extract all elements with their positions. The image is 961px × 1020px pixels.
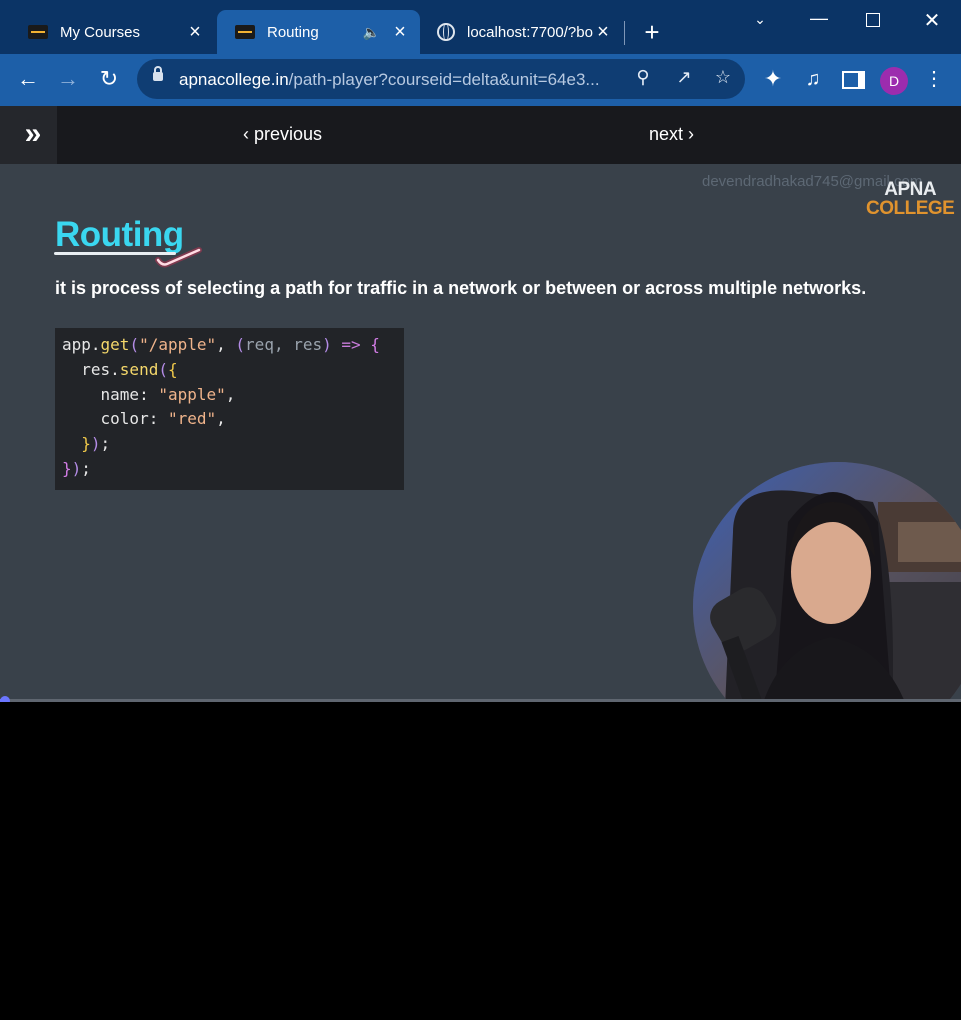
red-checkmark-icon <box>155 247 202 268</box>
key-icon[interactable]: ⚲ <box>631 67 655 88</box>
code-line: }); <box>62 458 91 478</box>
tab-localhost[interactable]: localhost:7700/?bo × <box>423 10 623 54</box>
close-icon[interactable]: × <box>185 21 205 44</box>
next-label: next <box>649 124 684 144</box>
previous-label: previous <box>254 124 323 144</box>
logo-line-2: COLLEGE <box>866 198 955 219</box>
video-frame[interactable]: devendradhakad745@gmail.com APNA COLLEGE… <box>0 164 961 699</box>
new-tab-plus-icon[interactable]: + <box>640 18 664 46</box>
reload-icon[interactable]: ↻ <box>95 66 123 92</box>
tab-separator <box>624 21 625 45</box>
kebab-menu-icon[interactable]: ⋮ <box>920 66 948 92</box>
tab-title: My Courses <box>60 23 141 41</box>
apna-college-favicon-icon <box>28 25 48 39</box>
close-icon[interactable]: × <box>593 21 613 44</box>
close-icon[interactable]: × <box>390 21 410 44</box>
tab-search-chevron-down-icon[interactable]: ⌄ <box>745 11 775 28</box>
url-domain: apnacollege.in <box>179 70 289 89</box>
tab-strip: My Courses × Routing 🔈 × localhost:7700/… <box>0 0 961 54</box>
code-line: name: "apple", <box>62 384 236 404</box>
player-navigation: » ‹ previous next › <box>0 106 961 164</box>
instructor-illustration <box>693 462 961 699</box>
code-line: color: "red", <box>62 409 226 429</box>
tab-title: localhost:7700/?bo <box>467 23 593 41</box>
extensions-puzzle-icon[interactable]: ✦ <box>759 66 787 92</box>
maximize-icon[interactable] <box>858 11 888 32</box>
apna-college-logo: APNA COLLEGE <box>866 179 955 219</box>
star-icon[interactable]: ☆ <box>711 67 735 88</box>
chevron-right-icon: › <box>683 124 695 144</box>
browser-toolbar: ← → ↻ apnacollege.in/path-player?coursei… <box>0 54 961 106</box>
avatar[interactable]: D <box>880 67 908 95</box>
chevron-left-icon: ‹ <box>243 124 254 144</box>
minimize-icon[interactable]: — <box>804 8 834 29</box>
address-bar[interactable]: apnacollege.in/path-player?courseid=delt… <box>137 59 745 99</box>
forward-arrow-icon[interactable]: → <box>54 66 82 92</box>
slide-description: it is process of selecting a path for tr… <box>55 278 867 298</box>
next-button[interactable]: next › <box>649 124 694 145</box>
code-line: res.send({ <box>62 359 178 379</box>
code-line: }); <box>81 434 111 454</box>
code-block: app.get("/apple", (req, res) => { res.se… <box>55 328 404 490</box>
code-line: app.get("/apple", (req, res) => { <box>62 335 380 354</box>
video-letterbox <box>0 702 961 1020</box>
side-panel-icon[interactable] <box>839 66 867 95</box>
share-icon[interactable]: ↗ <box>672 67 696 88</box>
apna-college-favicon-icon <box>235 25 255 39</box>
tab-title: Routing <box>267 23 319 41</box>
globe-icon <box>437 23 455 41</box>
logo-line-1: APNA <box>884 179 937 200</box>
window-close-icon[interactable]: ✕ <box>917 8 947 33</box>
back-arrow-icon[interactable]: ← <box>14 66 42 92</box>
instructor-webcam <box>693 462 961 699</box>
speaker-icon[interactable]: 🔈 <box>363 24 380 41</box>
expand-sidebar-chevrons-icon[interactable]: » <box>0 106 57 164</box>
tab-routing[interactable]: Routing 🔈 × <box>217 10 420 54</box>
media-control-icon[interactable]: ♫ <box>799 66 827 92</box>
url-text[interactable]: apnacollege.in/path-player?courseid=delt… <box>179 70 600 90</box>
url-path: /path-player?courseid=delta&unit=64e3... <box>288 70 600 89</box>
lock-icon[interactable] <box>153 66 163 81</box>
tab-my-courses[interactable]: My Courses × <box>10 10 215 54</box>
previous-button[interactable]: ‹ previous <box>243 124 322 145</box>
